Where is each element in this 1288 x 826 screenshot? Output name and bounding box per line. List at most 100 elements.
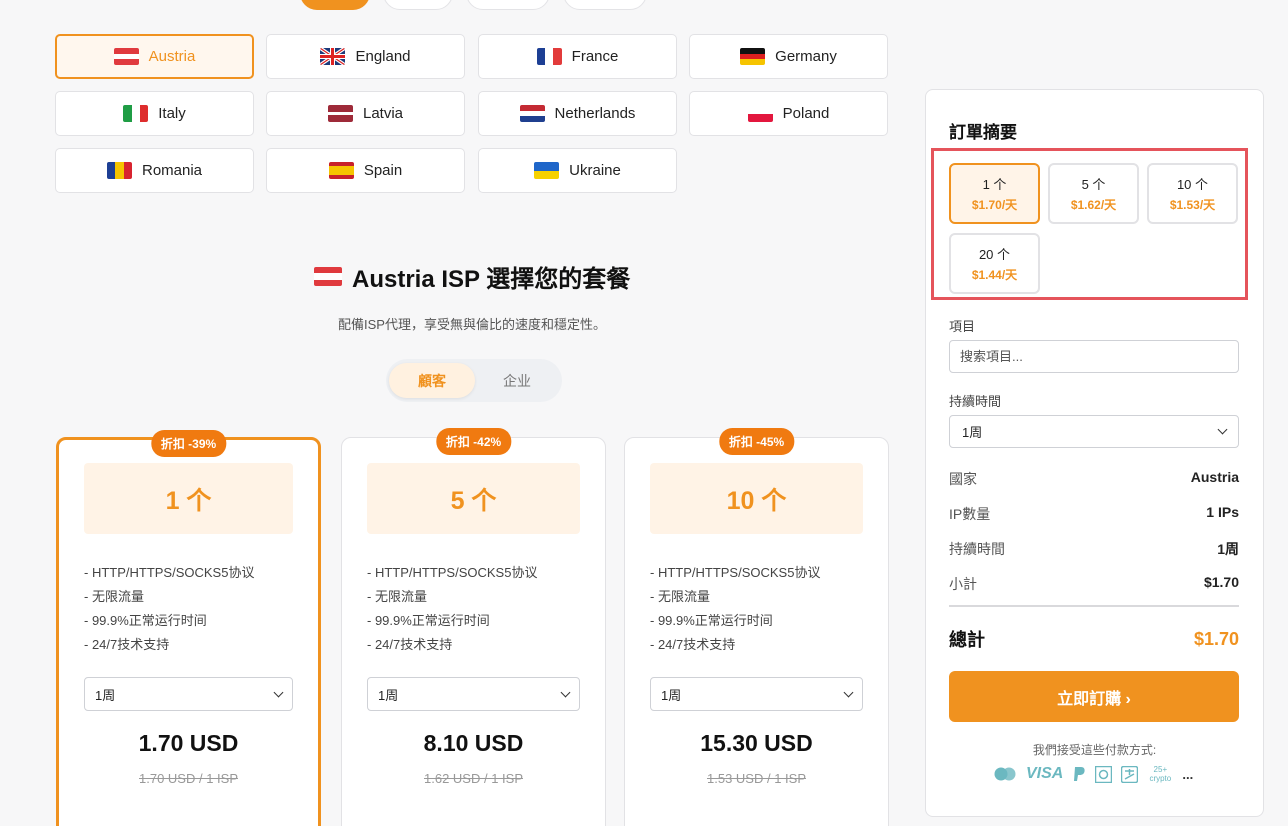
feature-item: - 无限流量 <box>650 589 710 604</box>
paypal-icon <box>1072 766 1086 782</box>
country-latvia[interactable]: Latvia <box>266 91 465 136</box>
order-now-button[interactable]: 立即訂購 › <box>949 671 1239 722</box>
feature-item: - 24/7技术支持 <box>650 637 736 652</box>
feature-item: - HTTP/HTTPS/SOCKS5协议 <box>650 565 821 580</box>
plan-quantity: 1 个 <box>84 463 293 534</box>
feature-item: - 无限流量 <box>367 589 427 604</box>
discount-badge: 折扣 -45% <box>718 428 795 455</box>
latvia-flag-icon <box>327 105 353 122</box>
original-price: 1.62 USD / 1 ISP <box>424 771 523 786</box>
plan-card[interactable]: 折扣 -42% 5 个 - HTTP/HTTPS/SOCKS5协议 - 无限流量… <box>341 428 606 826</box>
country-label: Latvia <box>362 105 404 122</box>
plan-card[interactable]: 折扣 -39% 1 个 - HTTP/HTTPS/SOCKS5协议 - 无限流量… <box>56 430 321 826</box>
country-austria[interactable]: Austria <box>55 34 254 79</box>
option-qty: 5 个 <box>1081 177 1106 192</box>
option-price: $1.62/天 <box>1070 198 1117 212</box>
plan-price: 8.10 USD <box>423 730 524 756</box>
plan-card[interactable]: 折扣 -45% 10 个 - HTTP/HTTPS/SOCKS5协议 - 无限流… <box>624 428 889 826</box>
project-search-input[interactable] <box>949 340 1239 373</box>
country-ukraine[interactable]: Ukraine <box>478 148 677 193</box>
plan-price: 1.70 USD <box>138 730 239 756</box>
tab-consumer[interactable]: 顧客 <box>389 363 475 398</box>
original-price: 1.53 USD / 1 ISP <box>707 771 806 786</box>
payment-methods-text: 我們接受這些付款方式: <box>1032 743 1157 757</box>
country-italy[interactable]: Italy <box>55 91 254 136</box>
country-spain[interactable]: Spain <box>266 148 465 193</box>
spain-flag-icon <box>328 162 354 179</box>
top-tab-2[interactable] <box>383 0 453 10</box>
netherlands-flag-icon <box>519 105 545 122</box>
feature-item: - 99.9%正常运行时间 <box>367 613 490 628</box>
chevron-down-icon <box>560 687 571 697</box>
feature-item: - 99.9%正常运行时间 <box>650 613 773 628</box>
plan-heading: Austria ISP 選擇您的套餐 <box>314 259 630 294</box>
crypto-icon: 25+ crypto <box>1149 765 1172 783</box>
duration-label: 持續時間 <box>949 394 1002 409</box>
ukraine-flag-icon <box>534 162 560 179</box>
country-england[interactable]: England <box>266 34 465 79</box>
feature-item: - 24/7技术支持 <box>367 637 453 652</box>
quantity-option-20[interactable]: 20 个 $1.44/天 <box>949 233 1040 294</box>
mastercard-icon <box>993 767 1017 781</box>
duration-select[interactable]: 1周 <box>949 415 1239 448</box>
row-key: 小計 <box>949 576 977 592</box>
country-netherlands[interactable]: Netherlands <box>478 91 677 136</box>
country-romania[interactable]: Romania <box>55 148 254 193</box>
wechat-icon <box>1095 765 1113 783</box>
duration-select[interactable]: 1周 <box>367 677 580 711</box>
quantity-option-10[interactable]: 10 个 $1.53/天 <box>1147 163 1238 224</box>
row-value: $1.70 <box>1203 574 1239 590</box>
feature-item: - 99.9%正常运行时间 <box>84 613 207 628</box>
romania-flag-icon <box>106 162 132 179</box>
discount-badge: 折扣 -42% <box>435 428 512 455</box>
row-key: 持續時間 <box>949 541 1005 557</box>
duration-value: 1周 <box>962 425 983 440</box>
original-price: 1.70 USD / 1 ISP <box>139 771 238 786</box>
order-summary-panel: 訂單摘要 1 个 $1.70/天 5 个 $1.62/天 10 个 $1.53/… <box>925 89 1264 817</box>
chevron-down-icon <box>843 687 854 697</box>
feature-item: - HTTP/HTTPS/SOCKS5协议 <box>84 565 255 580</box>
summary-row-ip-count: IP數量 1 IPs <box>949 504 1239 524</box>
divider <box>949 605 1239 607</box>
country-germany[interactable]: Germany <box>689 34 888 79</box>
france-flag-icon <box>536 48 562 65</box>
summary-row-subtotal: 小計 $1.70 <box>949 574 1239 594</box>
country-label: Ukraine <box>569 162 621 179</box>
plan-quantity: 10 个 <box>650 463 863 534</box>
country-label: Romania <box>141 162 203 179</box>
country-label: France <box>571 48 619 65</box>
uk-flag-icon <box>320 48 346 65</box>
duration-select[interactable]: 1周 <box>650 677 863 711</box>
feature-item: - 24/7技术支持 <box>84 637 170 652</box>
duration-value: 1周 <box>378 687 399 703</box>
country-label: Germany <box>775 48 837 65</box>
summary-title: 訂單摘要 <box>949 123 1017 142</box>
quantity-option-5[interactable]: 5 个 $1.62/天 <box>1048 163 1139 224</box>
tab-enterprise[interactable]: 企业 <box>474 363 560 398</box>
project-label: 項目 <box>949 319 976 334</box>
feature-list: - HTTP/HTTPS/SOCKS5协议 - 无限流量 - 99.9%正常运行… <box>84 561 254 657</box>
total-value: $1.70 <box>1193 628 1239 649</box>
duration-value: 1周 <box>95 687 116 703</box>
top-tab-active[interactable] <box>300 0 370 10</box>
option-price: $1.44/天 <box>971 268 1018 282</box>
summary-total: 總計 $1.70 <box>949 626 1239 652</box>
quantity-option-1[interactable]: 1 个 $1.70/天 <box>949 163 1040 224</box>
austria-flag-icon <box>113 48 139 65</box>
country-label: Austria <box>148 48 196 65</box>
country-poland[interactable]: Poland <box>689 91 888 136</box>
plan-price: 15.30 USD <box>700 730 813 756</box>
country-label: England <box>355 48 411 65</box>
summary-row-duration: 持續時間 1周 <box>949 539 1239 559</box>
country-france[interactable]: France <box>478 34 677 79</box>
row-key: 國家 <box>949 471 977 487</box>
country-label: Spain <box>363 162 403 179</box>
plan-quantity: 5 个 <box>367 463 580 534</box>
top-tab-4[interactable] <box>563 0 647 10</box>
payment-methods: VISA 25+ crypto ... <box>993 765 1193 783</box>
top-tab-3[interactable] <box>466 0 550 10</box>
feature-item: - 无限流量 <box>84 589 144 604</box>
duration-select[interactable]: 1周 <box>84 677 293 711</box>
option-price: $1.70/天 <box>971 198 1018 212</box>
option-qty: 10 个 <box>1176 177 1209 192</box>
